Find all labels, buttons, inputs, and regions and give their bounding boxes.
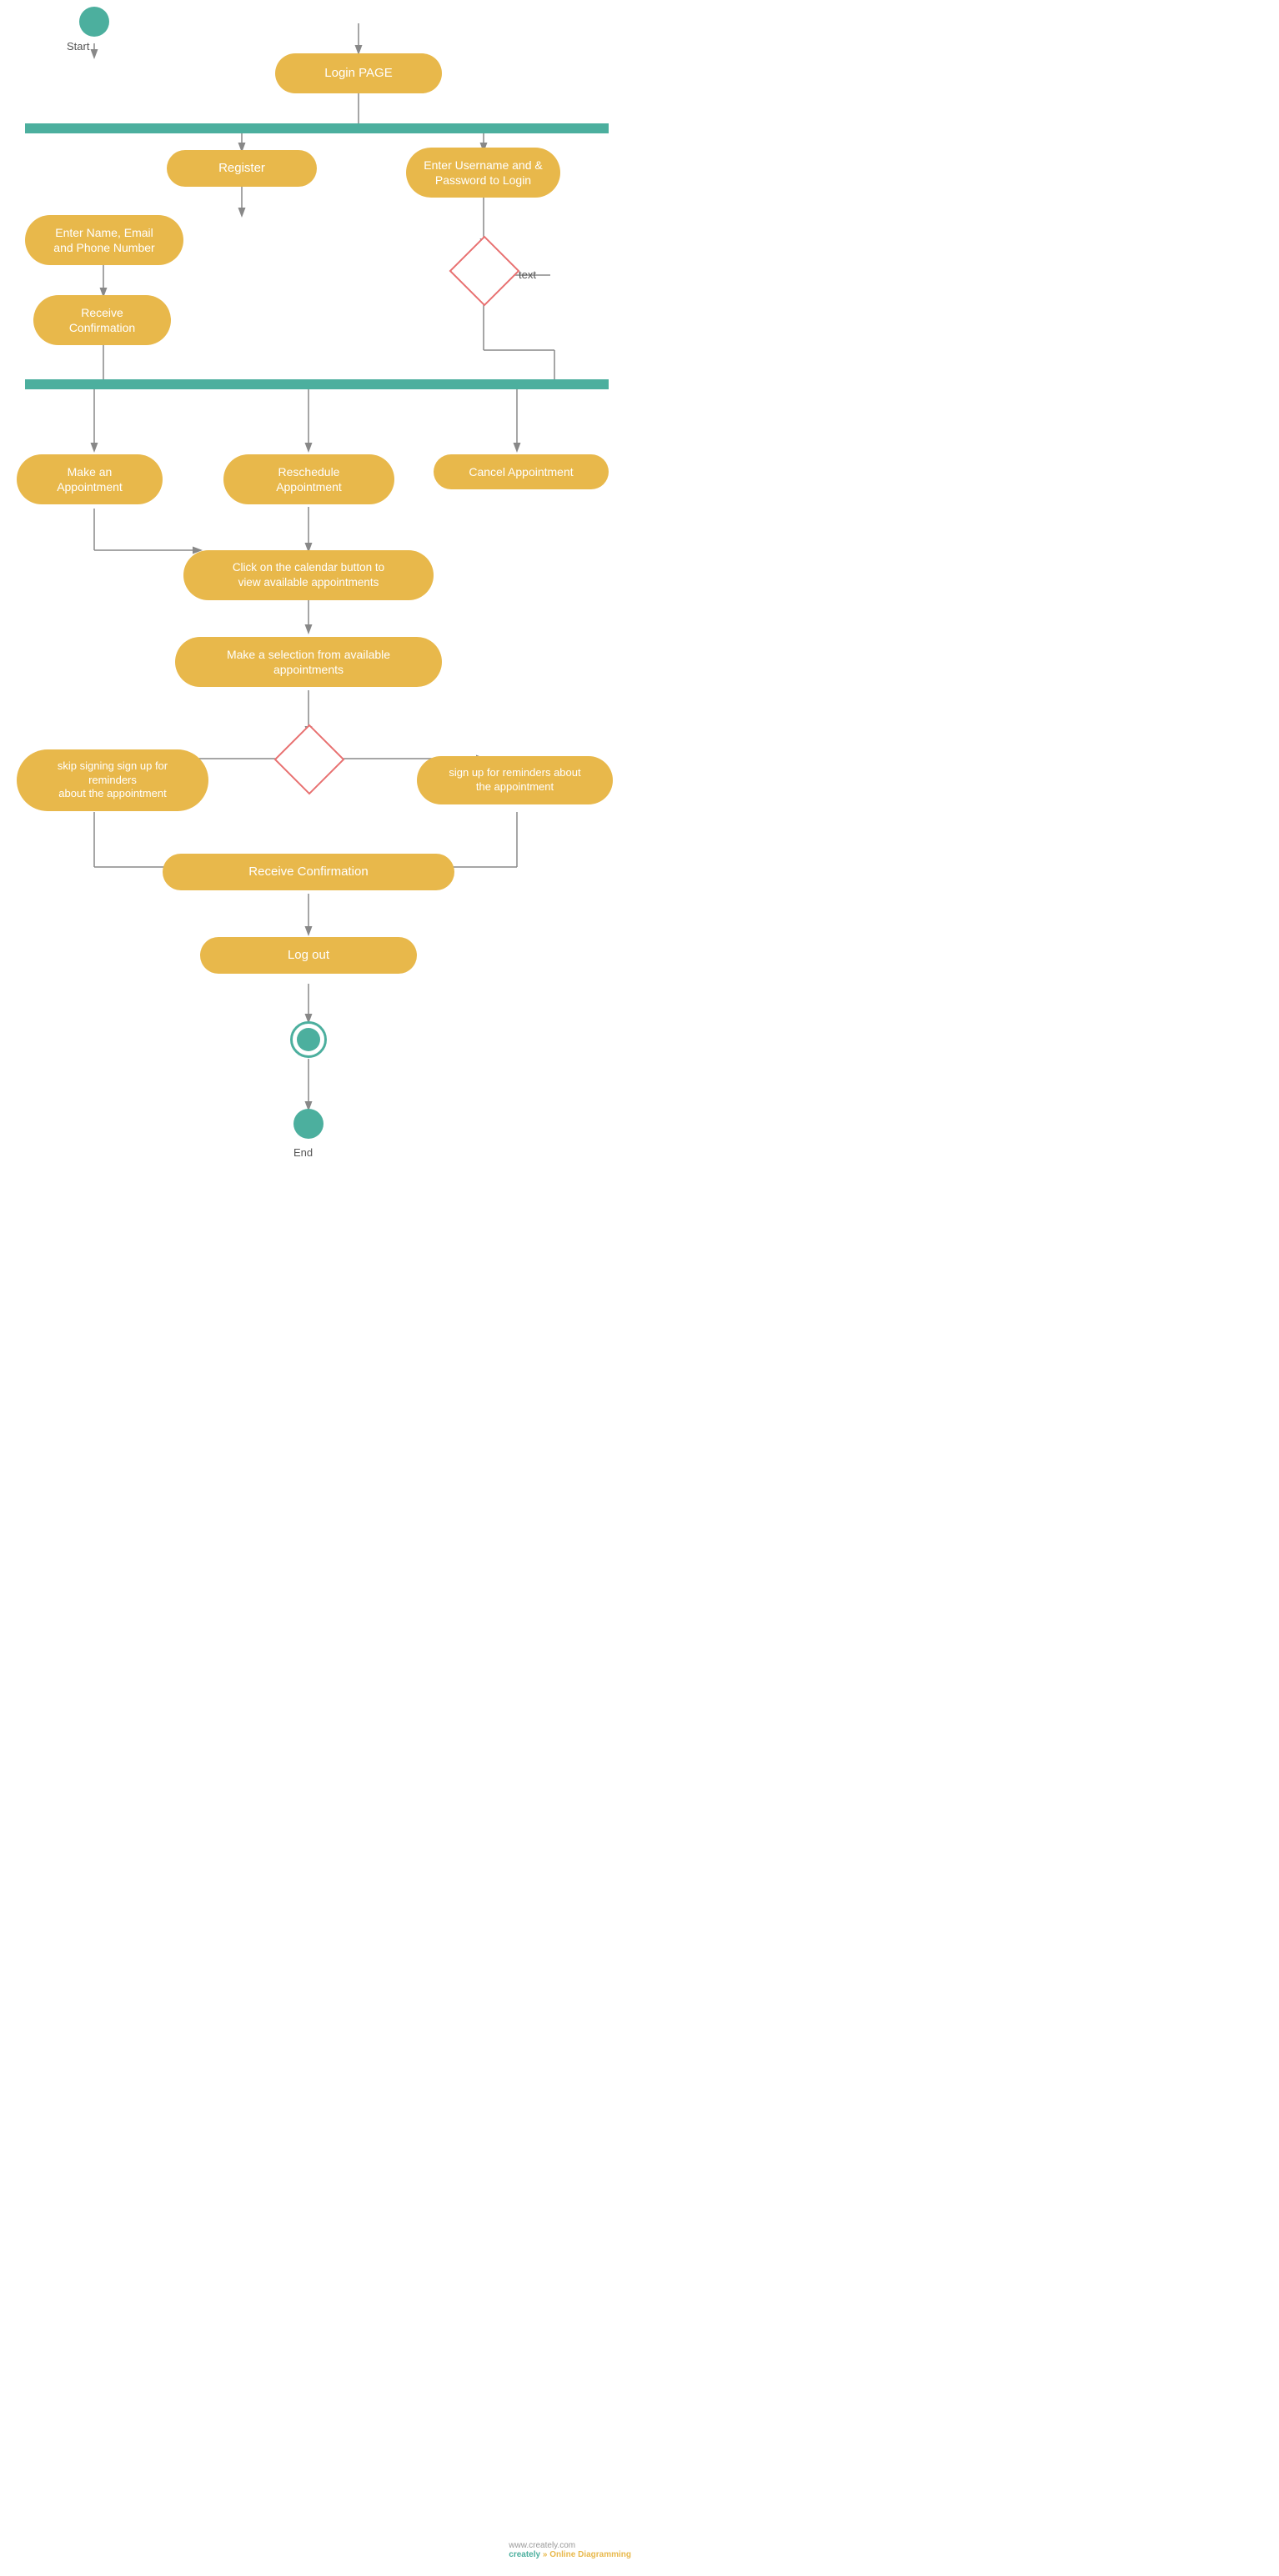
make-selection-node: Make a selection from availableappointme…: [175, 632, 442, 692]
register-node: Register: [167, 150, 317, 187]
enter-name-node: Enter Name, Emailand Phone Number: [25, 215, 183, 265]
end-label: End: [293, 1146, 313, 1159]
start-circle: [79, 7, 109, 37]
receive-confirmation-2-node: Receive Confirmation: [163, 850, 454, 894]
end-circle-outer: [290, 1021, 327, 1058]
logout-node: Log out: [200, 934, 417, 977]
reschedule-node: RescheduleAppointment: [223, 450, 394, 509]
enter-credentials-node: Enter Username and &Password to Login: [406, 150, 560, 195]
watermark: www.creately.com creately » Online Diagr…: [509, 2541, 631, 2559]
bottom-horizontal-bar: [25, 379, 609, 389]
receive-confirmation-1-node: ReceiveConfirmation: [33, 295, 171, 345]
sign-up-reminders-node: sign up for reminders aboutthe appointme…: [417, 747, 613, 814]
cancel-node: Cancel Appointment: [434, 450, 609, 494]
start-label: Start: [67, 40, 89, 53]
skip-reminders-node: skip signing sign up for remindersabout …: [17, 747, 208, 814]
reminder-diamond: [283, 734, 335, 785]
click-calendar-node: Click on the calendar button toview avai…: [183, 550, 434, 600]
login-diamond: [459, 245, 510, 297]
text-label: text: [519, 268, 536, 281]
login-page-node: Login PAGE: [275, 53, 442, 94]
diagram-container: Start Login PAGE Register Enter Username…: [0, 0, 640, 2576]
end-circle-solid: [293, 1109, 324, 1139]
top-horizontal-bar: [25, 123, 609, 133]
make-appointment-node: Make anAppointment: [17, 450, 163, 509]
